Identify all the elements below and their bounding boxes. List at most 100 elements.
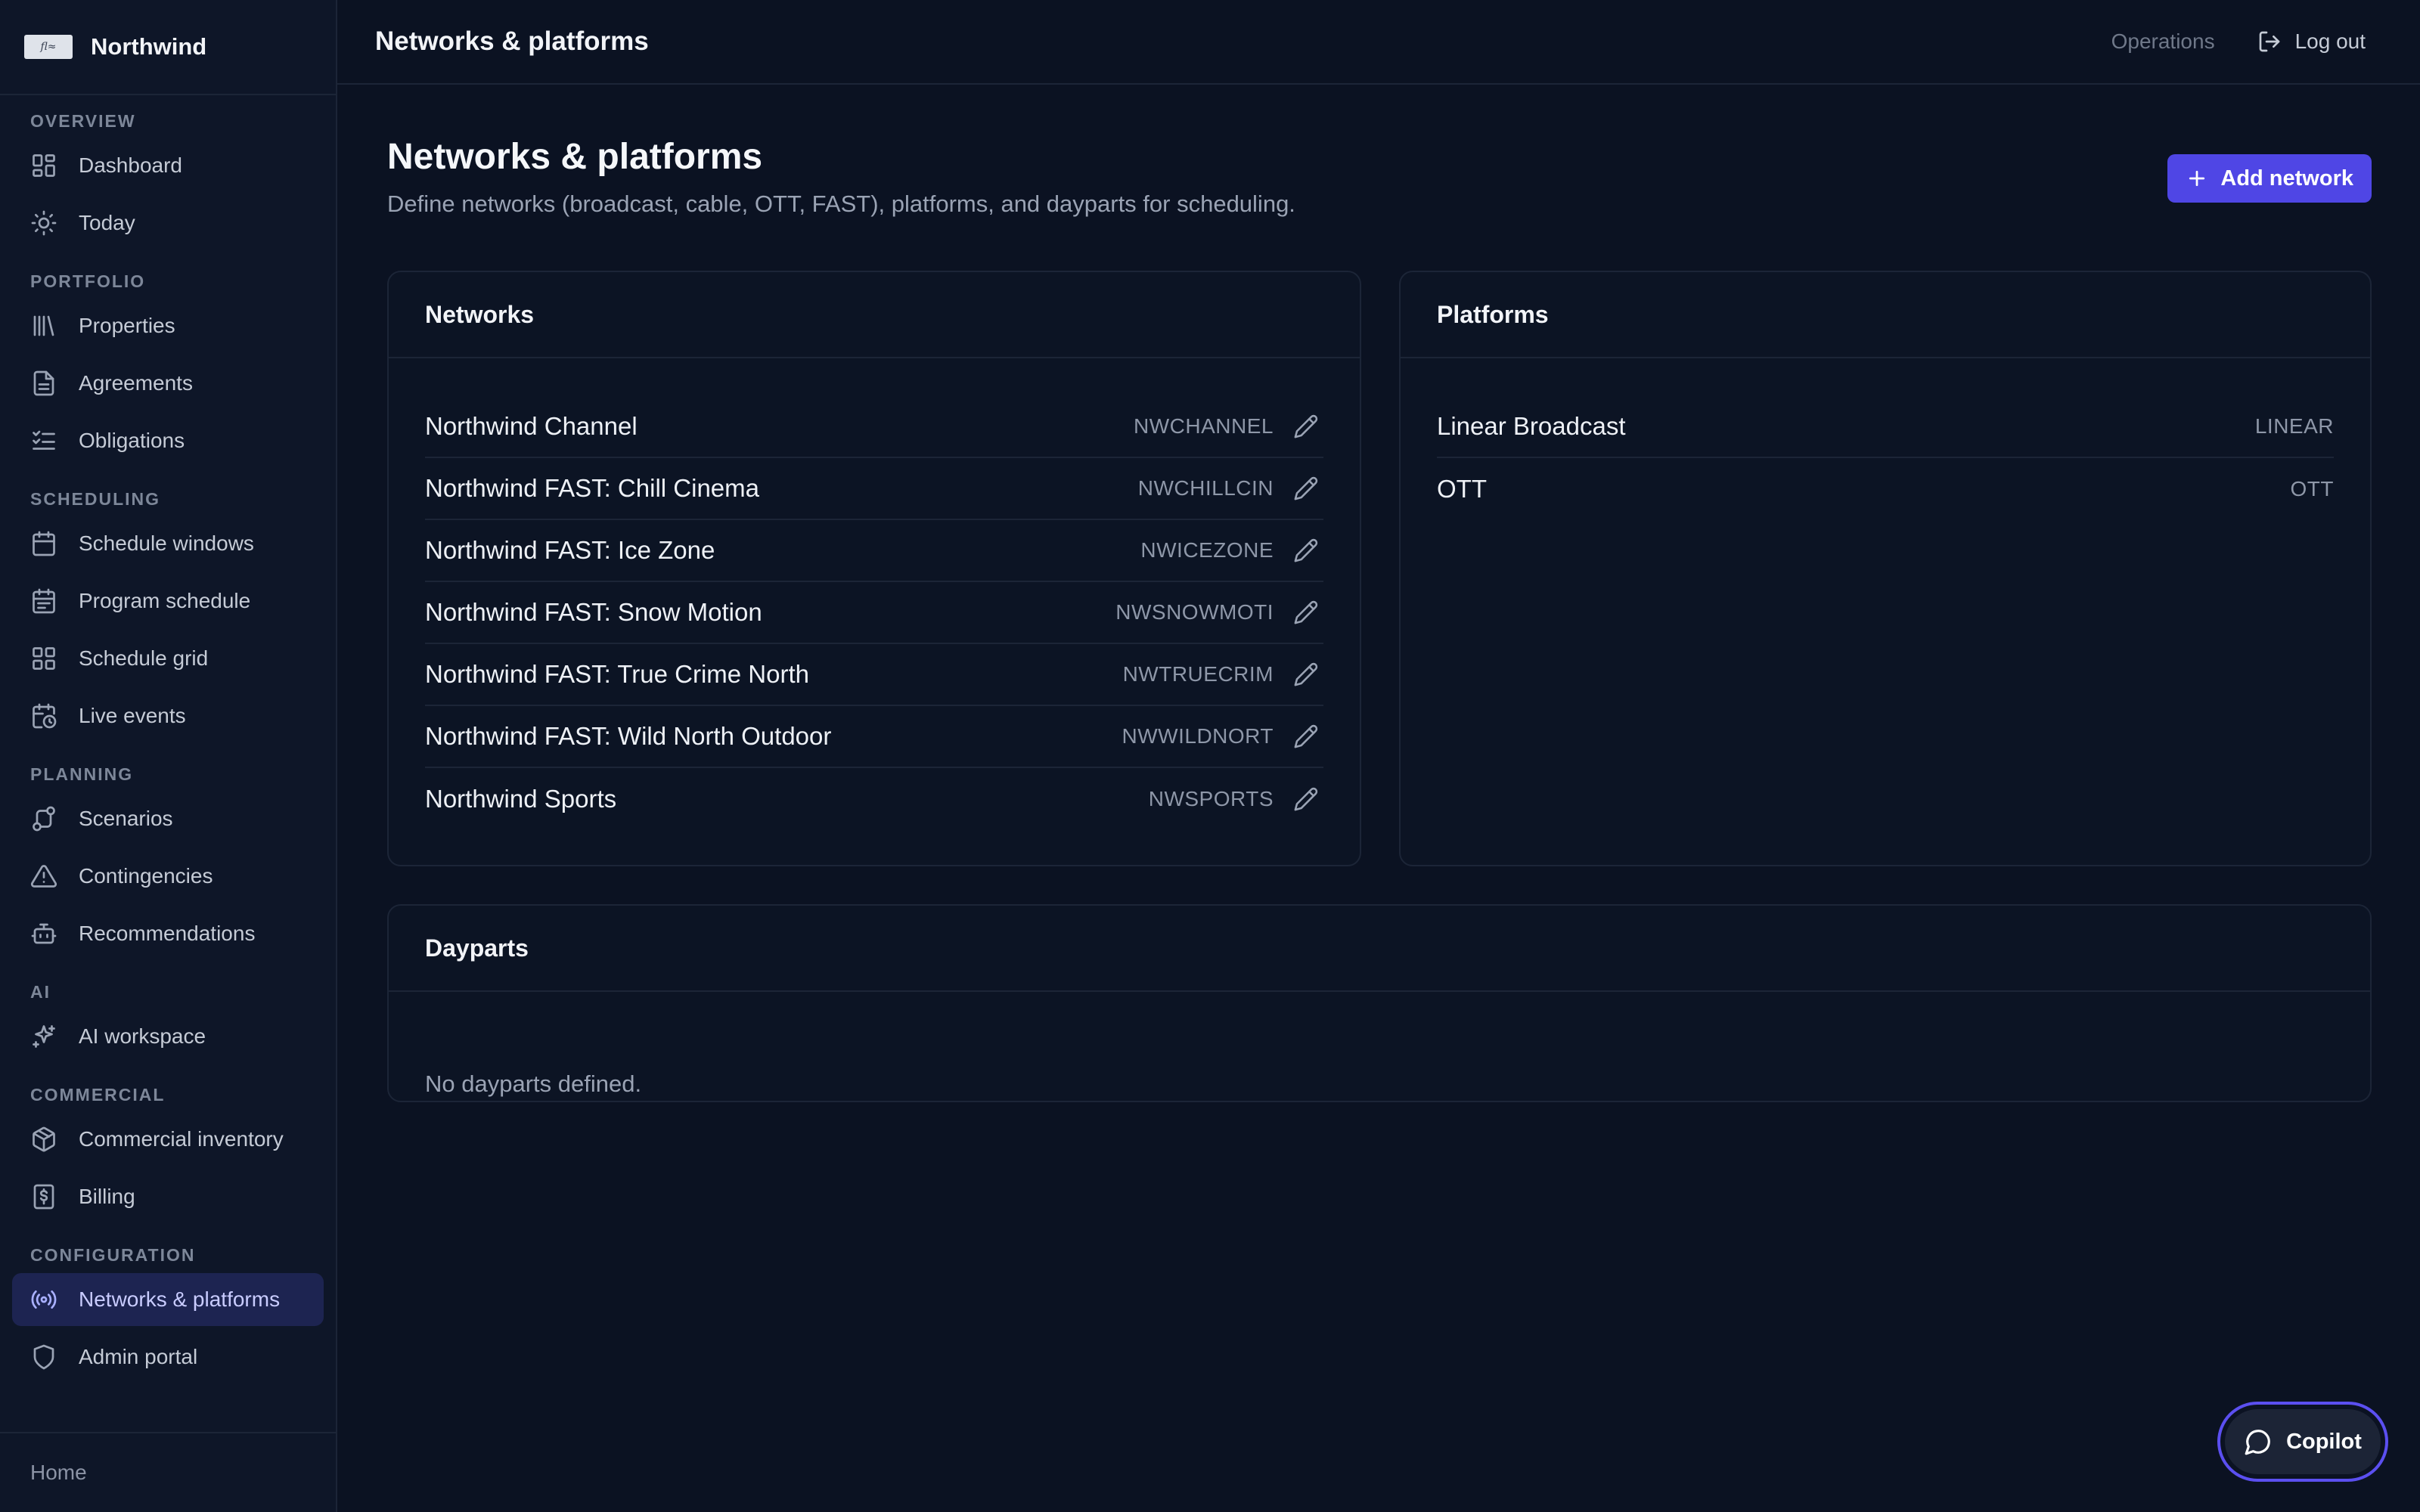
platforms-card: Platforms Linear Broadcast LINEAR OTT OT… [1399, 271, 2372, 866]
page-header: Networks & platforms Define networks (br… [387, 85, 2372, 271]
nav-section-overview: OVERVIEW [30, 110, 136, 131]
platform-row[interactable]: Linear Broadcast LINEAR [1437, 396, 2334, 458]
platform-name: OTT [1437, 475, 1487, 503]
document-icon [30, 370, 57, 397]
sidebar-footer[interactable]: Home [0, 1432, 336, 1512]
page-subtitle: Define networks (broadcast, cable, OTT, … [387, 191, 1295, 217]
network-row[interactable]: Northwind FAST: True Crime North NWTRUEC… [425, 644, 1323, 706]
sidebar-item-label: Obligations [79, 429, 185, 452]
sidebar-item-dashboard[interactable]: Dashboard [12, 139, 324, 192]
network-name: Northwind FAST: Snow Motion [425, 598, 762, 626]
network-name: Northwind Channel [425, 412, 638, 440]
network-code: NWSPORTS [1148, 787, 1274, 810]
sidebar-item-networks-and-platforms[interactable]: Networks & platforms [12, 1273, 324, 1326]
pencil-icon[interactable] [1293, 662, 1319, 687]
network-row[interactable]: Northwind FAST: Ice Zone NWICEZONE [425, 520, 1323, 582]
sidebar-nav: OVERVIEW Dashboard Today PORTFOLIO Prope… [0, 95, 336, 1383]
dayparts-card: Dayparts No dayparts defined. [387, 904, 2372, 1102]
network-row[interactable]: Northwind FAST: Snow Motion NWSNOWMOTI [425, 582, 1323, 644]
platform-name: Linear Broadcast [1437, 412, 1626, 440]
home-link[interactable]: Home [30, 1461, 87, 1485]
sidebar-item-recommendations[interactable]: Recommendations [12, 907, 324, 960]
pencil-icon[interactable] [1293, 476, 1319, 501]
logout-icon [2257, 29, 2282, 54]
sidebar-item-ai-workspace[interactable]: AI workspace [12, 1010, 324, 1063]
sidebar-item-label: Networks & platforms [79, 1287, 281, 1311]
dashboard-icon [30, 152, 57, 179]
network-row[interactable]: Northwind FAST: Wild North Outdoor NWWIL… [425, 706, 1323, 768]
sun-icon [30, 209, 57, 237]
cards-row: Networks Northwind Channel NWCHANNEL Nor… [387, 271, 2372, 866]
add-network-button[interactable]: Add network [2167, 154, 2372, 203]
sidebar-item-label: Schedule windows [79, 531, 254, 555]
nav-section-ai: AI [30, 981, 51, 1002]
sidebar: fl≈ Northwind OVERVIEW Dashboard Today P… [0, 0, 337, 1512]
pencil-icon[interactable] [1293, 723, 1319, 749]
pencil-icon[interactable] [1293, 786, 1319, 812]
copilot-button-inner[interactable]: Copilot [2225, 1409, 2381, 1474]
nav-section-scheduling: SCHEDULING [30, 488, 161, 509]
sidebar-item-label: Dashboard [79, 153, 182, 177]
shield-icon [30, 1343, 57, 1371]
network-code: NWCHILLCIN [1137, 476, 1274, 500]
sidebar-item-scenarios[interactable]: Scenarios [12, 792, 324, 845]
sidebar-item-obligations[interactable]: Obligations [12, 414, 324, 467]
sidebar-item-label: Contingencies [79, 864, 213, 888]
sidebar-item-label: Scenarios [79, 807, 173, 830]
nav-section-configuration: CONFIGURATION [30, 1244, 196, 1265]
grid-icon [30, 645, 57, 672]
network-code: NWSNOWMOTI [1115, 600, 1274, 624]
network-row[interactable]: Northwind Channel NWCHANNEL [425, 396, 1323, 458]
network-row[interactable]: Northwind FAST: Chill Cinema NWCHILLCIN [425, 458, 1323, 520]
sidebar-item-label: Admin portal [79, 1345, 198, 1368]
sidebar-item-today[interactable]: Today [12, 197, 324, 249]
checklist-icon [30, 427, 57, 454]
sidebar-item-commercial-inventory[interactable]: Commercial inventory [12, 1113, 324, 1166]
sidebar-item-properties[interactable]: Properties [12, 299, 324, 352]
network-code: NWICEZONE [1140, 538, 1274, 562]
pencil-icon[interactable] [1293, 600, 1319, 625]
chat-bubble-icon [2244, 1427, 2273, 1456]
add-network-label: Add network [2220, 166, 2353, 191]
brand[interactable]: fl≈ Northwind [0, 0, 336, 95]
warning-icon [30, 863, 57, 890]
sidebar-item-schedule-grid[interactable]: Schedule grid [12, 632, 324, 685]
plus-icon [2186, 167, 2208, 190]
sidebar-item-billing[interactable]: Billing [12, 1170, 324, 1223]
nav-section-planning: PLANNING [30, 764, 134, 784]
logout-button[interactable]: Log out [2257, 29, 2366, 54]
dayparts-empty-message: No dayparts defined. [425, 1070, 642, 1097]
sidebar-item-contingencies[interactable]: Contingencies [12, 850, 324, 903]
network-name: Northwind Sports [425, 785, 617, 813]
sidebar-item-schedule-windows[interactable]: Schedule windows [12, 517, 324, 570]
platform-code: OTT [2290, 477, 2334, 500]
sidebar-item-label: AI workspace [79, 1024, 206, 1048]
sidebar-item-label: Commercial inventory [79, 1127, 284, 1151]
sidebar-item-live-events[interactable]: Live events [12, 689, 324, 742]
sidebar-item-label: Live events [79, 704, 186, 727]
networks-list: Northwind Channel NWCHANNEL Northwind FA… [389, 358, 1360, 830]
network-code: NWTRUECRIM [1122, 662, 1274, 686]
pencil-icon[interactable] [1293, 538, 1319, 563]
platforms-card-title: Platforms [1401, 272, 2370, 358]
dayparts-card-title: Dayparts [389, 906, 2370, 992]
network-name: Northwind FAST: Wild North Outdoor [425, 722, 832, 750]
sidebar-item-agreements[interactable]: Agreements [12, 357, 324, 410]
platform-row[interactable]: OTT OTT [1437, 458, 2334, 520]
networks-card-title: Networks [389, 272, 1360, 358]
route-icon [30, 805, 57, 832]
pencil-icon[interactable] [1293, 414, 1319, 439]
sidebar-item-label: Program schedule [79, 589, 251, 612]
calendar-list-icon [30, 587, 57, 615]
sidebar-item-label: Billing [79, 1185, 135, 1208]
sidebar-item-admin-portal[interactable]: Admin portal [12, 1331, 324, 1383]
network-code: NWWILDNORT [1122, 724, 1274, 748]
network-row[interactable]: Northwind Sports NWSPORTS [425, 768, 1323, 830]
receipt-dollar-icon [30, 1183, 57, 1210]
topbar-title: Networks & platforms [375, 26, 649, 56]
copilot-button[interactable]: Copilot [2217, 1402, 2388, 1482]
sidebar-item-label: Schedule grid [79, 646, 209, 670]
network-code: NWCHANNEL [1134, 414, 1274, 438]
sidebar-item-program-schedule[interactable]: Program schedule [12, 575, 324, 627]
operations-link[interactable]: Operations [2111, 29, 2215, 54]
